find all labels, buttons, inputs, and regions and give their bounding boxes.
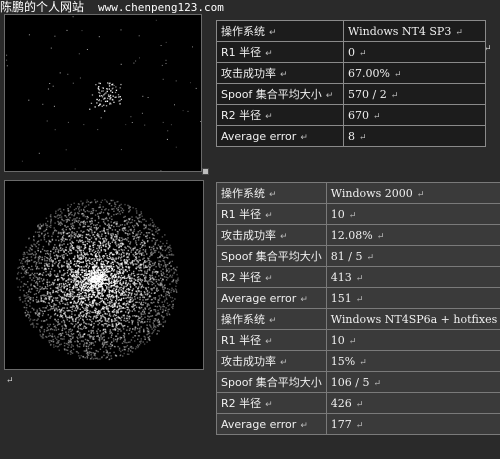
table-cell-key: 攻击成功率 ↵ [216, 350, 327, 372]
table-cell-key: R1 半径 ↵ [216, 41, 344, 63]
table-cell-value: 413 ↵ [325, 266, 500, 288]
table-cell-value: 670 ↵ [343, 104, 486, 126]
table-cell-value: 0 ↵ [343, 41, 486, 63]
table-cell-key: R2 半径 ↵ [216, 392, 327, 414]
table-cell-value: 177 ↵ [325, 413, 500, 435]
table-cell-value: 8 ↵ [343, 125, 486, 147]
table-cell-value: 10 ↵ [325, 329, 500, 351]
table-row: Spoof 集合平均大小 81 / 5 ↵ [216, 245, 500, 267]
table-cell-key: Average error ↵ [216, 287, 327, 309]
watermark-url: www.chenpeng123.com [98, 1, 224, 14]
table-cell-key: R1 半径 ↵ [216, 203, 327, 225]
table-cell-key: R2 半径 ↵ [216, 266, 327, 288]
table-cell-value: Windows NT4 SP3 ↵ [343, 20, 486, 42]
table-row: 操作系统↵Windows NT4SP6a + hotfixes↵ [216, 308, 500, 330]
results-table-nt4-sp3: 操作系统 ↵ Windows NT4 SP3 ↵ R1 半径 ↵ 0 ↵ 攻击成功率 ↵ 67.… [216, 20, 486, 147]
table-cell-key: Average error ↵ [216, 413, 327, 435]
table-cell-value: 106 / 5 ↵ [325, 371, 500, 393]
table-cell-value: 10 ↵ [325, 203, 500, 225]
table-cell-value: 570 / 2 ↵ [343, 83, 486, 105]
table-row: Average error ↵ 177 ↵ [216, 413, 500, 435]
table-row: Spoof 集合平均大小 106 / 5 ↵ [216, 371, 500, 393]
table-row: R2 半径 ↵ 426 ↵ [216, 392, 500, 414]
table-cell-value: 12.08% ↵ [325, 224, 500, 246]
resize-handle[interactable] [202, 168, 209, 175]
table-row: R2 半径 ↵ 413 ↵ [216, 266, 500, 288]
table-row: R1 半径 ↵ 10 ↵ [216, 203, 500, 225]
table-row: R1 半径 ↵ 0 ↵ [216, 41, 486, 63]
table-cell-key: 攻击成功率 ↵ [216, 224, 327, 246]
table-cell-key: Spoof 集合平均大小 [216, 245, 327, 267]
table-cell-value: Windows NT4SP6a + hotfixes↵ [325, 308, 500, 330]
table-cell-value: 15% ↵ [325, 350, 500, 372]
table-row: 操作系统 ↵ Windows NT4 SP3 ↵ [216, 20, 486, 42]
table-row: Average error ↵ 8 ↵ [216, 125, 486, 147]
table-cell-key: 操作系统 ↵ [216, 20, 344, 42]
paragraph-mark: ↵ [6, 376, 14, 386]
table-cell-key: Average error ↵ [216, 125, 344, 147]
table-cell-key: R2 半径 ↵ [216, 104, 344, 126]
scatter-image-dense [4, 180, 204, 370]
table-row: 攻击成功率 ↵ 67.00% ↵ [216, 62, 486, 84]
table-row: R1 半径 ↵ 10 ↵ [216, 329, 500, 351]
table-cell-key: Spoof 集合平均大小 [216, 371, 327, 393]
scatter-image-sparse [4, 14, 202, 172]
site-watermark: 陈鹏的个人网站 www.chenpeng123.com [0, 0, 224, 14]
table-row: Spoof 集合平均大小 ↵ 570 / 2 ↵ [216, 83, 486, 105]
table-cell-value: 67.00% ↵ [343, 62, 486, 84]
table-cell-key: Spoof 集合平均大小 ↵ [216, 83, 344, 105]
table-row: 攻击成功率 ↵ 12.08% ↵ [216, 224, 500, 246]
table-cell-key: 操作系统 ↵ [216, 182, 327, 204]
table-cell-key: R1 半径 ↵ [216, 329, 327, 351]
table-cell-value: 81 / 5 ↵ [325, 245, 500, 267]
table-cell-value: 426 ↵ [325, 392, 500, 414]
table-row: 攻击成功率 ↵ 15% ↵ [216, 350, 500, 372]
table-cell-value: 151 ↵ [325, 287, 500, 309]
results-table-win2000-nt4sp6a: 操作系统 ↵ Windows 2000 ↵ R1 半径 ↵ 10 ↵ 攻击成功率 ↵ 12.08… [216, 182, 500, 435]
table-row: Average error ↵ 151 ↵ [216, 287, 500, 309]
table-cell-key: 操作系统 ↵ [216, 308, 327, 330]
table-row: 操作系统 ↵ Windows 2000 ↵ [216, 182, 500, 204]
dense-dot-plot [16, 199, 180, 361]
table-cell-value: Windows 2000 ↵ [325, 182, 500, 204]
sparse-dot-plot [6, 16, 201, 171]
watermark-name: 陈鹏的个人网站 [0, 0, 85, 14]
table-row: R2 半径 ↵ 670 ↵ [216, 104, 486, 126]
table-cell-key: 攻击成功率 ↵ [216, 62, 344, 84]
